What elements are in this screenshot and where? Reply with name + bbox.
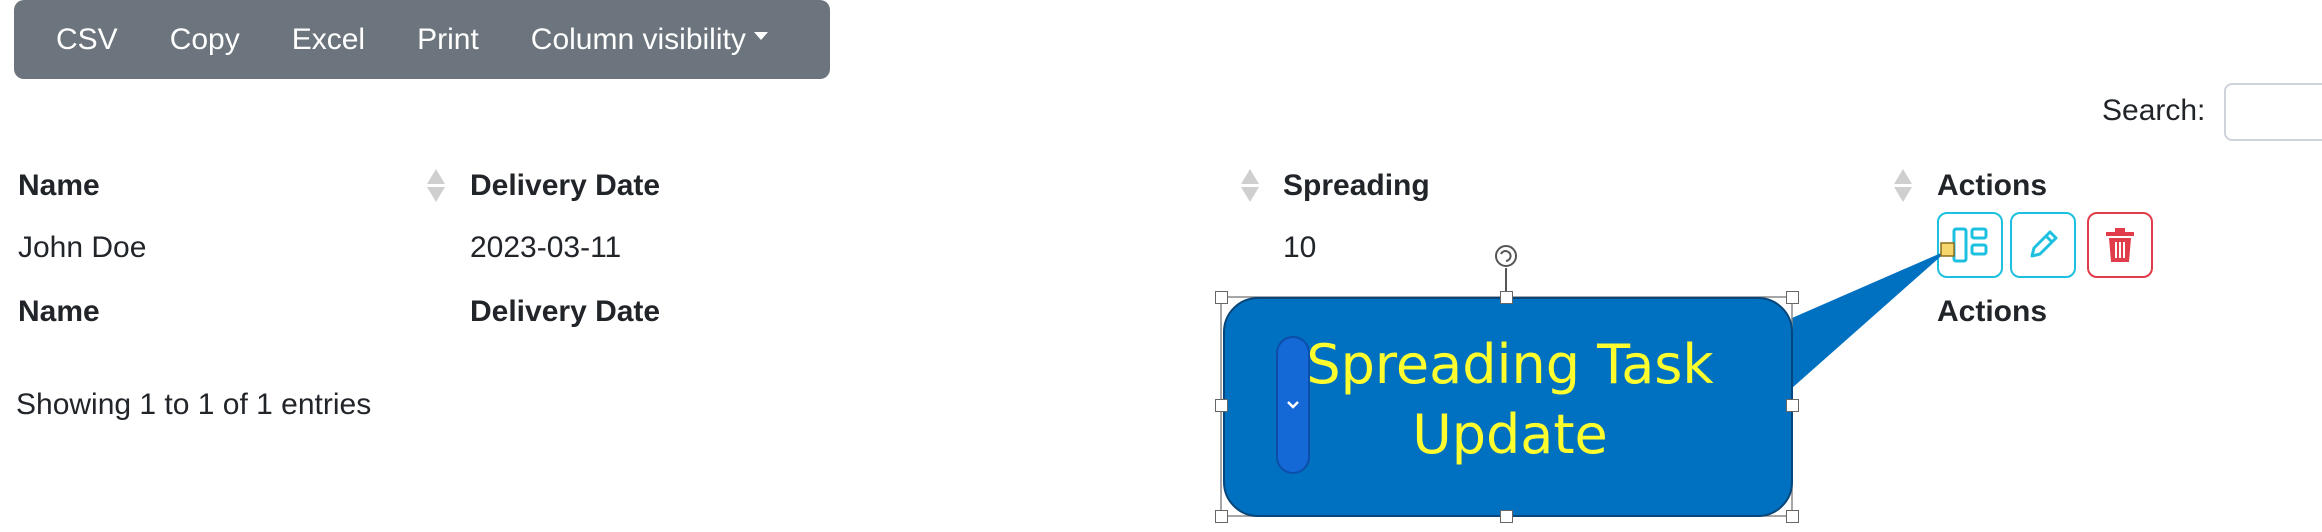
resize-handle-top[interactable] xyxy=(1500,291,1513,304)
resize-handle-bottom-right[interactable] xyxy=(1786,510,1799,523)
resize-handle-right[interactable] xyxy=(1786,399,1799,412)
callout-shape[interactable] xyxy=(0,0,2322,532)
callout-line-2: Update xyxy=(1412,403,1608,466)
resize-handle-top-left[interactable] xyxy=(1215,291,1228,304)
resize-handle-bottom[interactable] xyxy=(1500,510,1513,523)
resize-handle-bottom-left[interactable] xyxy=(1215,510,1228,523)
resize-handle-left[interactable] xyxy=(1215,399,1228,412)
chevron-down-icon xyxy=(1287,401,1299,409)
resize-handle-top-right[interactable] xyxy=(1786,291,1799,304)
callout-text: Spreading Task Update xyxy=(1300,330,1720,470)
callout-line-1: Spreading Task xyxy=(1306,333,1714,396)
